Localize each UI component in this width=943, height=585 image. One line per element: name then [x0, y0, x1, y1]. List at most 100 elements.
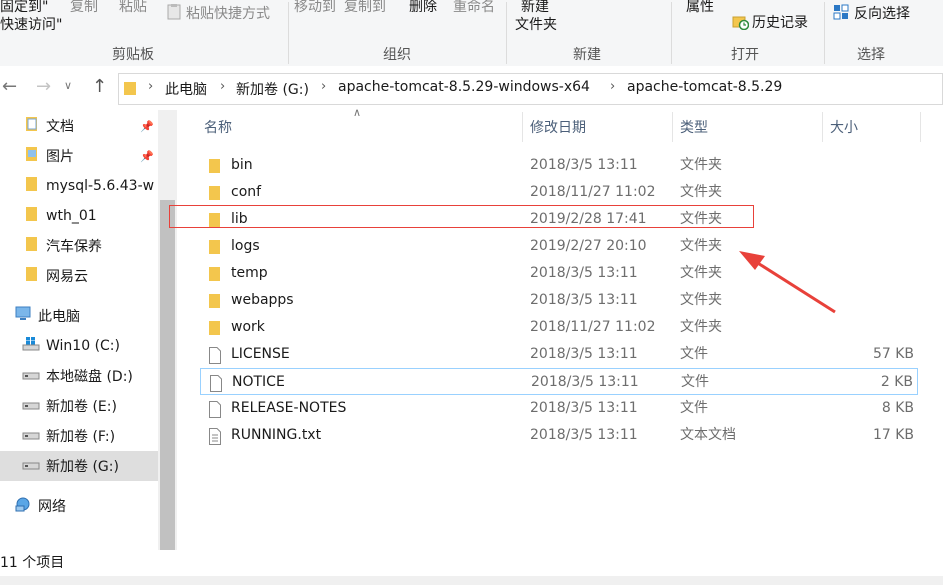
file-row[interactable]: RUNNING.txt 2018/3/5 13:11 文本文档 17 KB: [200, 422, 918, 449]
file-size: 57 KB: [872, 346, 914, 362]
pin-icon[interactable]: 📌: [140, 150, 154, 163]
nav-item-drive-f[interactable]: 新加卷 (F:): [0, 421, 158, 451]
nav-item-drive-g[interactable]: 新加卷 (G:): [0, 451, 158, 481]
file-type: 文件: [680, 400, 708, 416]
nav-item-folder[interactable]: mysql-5.6.43-w: [0, 171, 158, 201]
folder-icon: [24, 206, 40, 226]
nav-item-drive-d[interactable]: 本地磁盘 (D:): [0, 361, 158, 391]
column-header-type[interactable]: 类型: [680, 117, 708, 137]
paste-button[interactable]: 粘贴: [119, 0, 147, 16]
up-button[interactable]: ↑: [92, 76, 107, 97]
nav-item-pictures[interactable]: 图片 📌: [0, 141, 158, 171]
nav-item-label: 汽车保养: [46, 239, 102, 255]
copy-button[interactable]: 复制: [70, 0, 98, 16]
breadcrumb-chevron-icon[interactable]: ›: [220, 79, 225, 94]
sort-ascending-icon: ∧: [353, 106, 362, 119]
breadcrumb-item[interactable]: apache-tomcat-8.5.29: [627, 79, 782, 95]
file-date: 2018/3/5 13:11: [530, 346, 638, 362]
invert-selection-icon: [833, 4, 849, 24]
nav-item-folder[interactable]: wth_01: [0, 201, 158, 231]
file-row[interactable]: bin 2018/3/5 13:11 文件夹: [200, 152, 918, 179]
folder-icon: [208, 266, 222, 286]
column-divider[interactable]: [822, 112, 823, 142]
column-divider[interactable]: [672, 112, 673, 142]
drive-icon: [22, 366, 40, 386]
nav-item-label: 本地磁盘 (D:): [46, 369, 133, 385]
file-type: 文件夹: [680, 292, 722, 308]
folder-icon: [208, 320, 222, 340]
nav-item-drive-c[interactable]: Win10 (C:): [0, 331, 158, 361]
file-row-hovered[interactable]: NOTICE 2018/3/5 13:11 文件 2 KB: [200, 368, 918, 395]
recent-locations-chevron-icon[interactable]: ∨: [64, 79, 72, 92]
file-row[interactable]: conf 2018/11/27 11:02 文件夹: [200, 179, 918, 206]
file-type: 文件: [681, 374, 709, 390]
breadcrumb-chevron-icon[interactable]: ›: [610, 79, 615, 94]
network-icon: [14, 496, 32, 516]
new-group-label: 新建: [573, 47, 601, 63]
drive-icon: [22, 396, 40, 416]
file-name: LICENSE: [231, 346, 290, 362]
breadcrumb-item[interactable]: 此电脑: [165, 79, 207, 99]
file-icon: [208, 347, 222, 368]
nav-scrollbar-thumb[interactable]: [160, 200, 175, 550]
folder-icon: [208, 158, 222, 178]
breadcrumb-chevron-icon[interactable]: ›: [321, 79, 326, 94]
organize-group-label: 组织: [383, 47, 411, 63]
file-name: logs: [231, 238, 260, 254]
file-row[interactable]: RELEASE-NOTES 2018/3/5 13:11 文件 8 KB: [200, 395, 918, 422]
nav-item-folder[interactable]: 网易云: [0, 261, 158, 291]
item-count: 11 个项目: [0, 555, 65, 571]
paste-shortcut-button[interactable]: 粘贴快捷方式: [186, 3, 270, 23]
file-name: webapps: [231, 292, 294, 308]
file-size: 2 KB: [880, 374, 913, 390]
nav-item-this-pc[interactable]: 此电脑: [0, 301, 158, 331]
forward-button[interactable]: →: [36, 76, 51, 97]
column-header-date[interactable]: 修改日期: [530, 117, 586, 137]
group-divider: [671, 2, 672, 64]
nav-item-network[interactable]: 网络: [0, 491, 158, 521]
pin-quick-access-label: 快速访问": [0, 17, 63, 33]
open-group-label: 打开: [731, 47, 759, 63]
nav-item-label: 图片: [46, 149, 74, 165]
navigation-pane: 文档 📌 图片 📌 mysql-5.6.43-w wth_01 汽车保养 网易云…: [0, 110, 158, 550]
nav-item-drive-e[interactable]: 新加卷 (E:): [0, 391, 158, 421]
file-type: 文件夹: [680, 184, 722, 200]
nav-item-label: 此电脑: [38, 309, 80, 325]
properties-button[interactable]: 属性: [686, 0, 714, 16]
new-folder-label: 文件夹: [515, 17, 557, 33]
file-name: RELEASE-NOTES: [231, 400, 347, 416]
back-button[interactable]: ←: [2, 76, 17, 97]
nav-item-folder[interactable]: 汽车保养: [0, 231, 158, 261]
windows-drive-icon: [22, 336, 40, 356]
breadcrumb-item[interactable]: 新加卷 (G:): [236, 79, 309, 99]
file-row[interactable]: LICENSE 2018/3/5 13:11 文件 57 KB: [200, 341, 918, 368]
file-size: 17 KB: [872, 427, 914, 443]
file-row[interactable]: work 2018/11/27 11:02 文件夹: [200, 314, 918, 341]
folder-icon: [24, 176, 40, 196]
move-to-button[interactable]: 移动到: [294, 0, 336, 16]
column-divider[interactable]: [920, 112, 921, 142]
column-header-name[interactable]: 名称: [204, 117, 232, 137]
nav-item-documents[interactable]: 文档 📌: [0, 111, 158, 141]
rename-button[interactable]: 重命名: [453, 0, 495, 16]
file-type: 文件夹: [680, 157, 722, 173]
select-group-label: 选择: [857, 47, 885, 63]
group-divider: [288, 2, 289, 64]
file-type: 文件夹: [680, 238, 722, 254]
computer-icon: [14, 306, 32, 326]
delete-button[interactable]: 删除: [409, 0, 437, 16]
pin-icon[interactable]: 📌: [140, 120, 154, 133]
breadcrumb-chevron-icon[interactable]: ›: [148, 79, 153, 94]
group-divider: [824, 2, 825, 64]
file-type: 文件夹: [680, 265, 722, 281]
file-icon: [209, 375, 223, 396]
column-header-size[interactable]: 大小: [830, 117, 858, 137]
document-folder-icon: [24, 116, 40, 136]
file-size: 8 KB: [881, 400, 914, 416]
invert-selection-button[interactable]: 反向选择: [854, 3, 910, 23]
column-divider[interactable]: [522, 112, 523, 142]
copy-to-button[interactable]: 复制到: [344, 0, 386, 16]
breadcrumb-item[interactable]: apache-tomcat-8.5.29-windows-x64: [338, 79, 590, 95]
history-button[interactable]: 历史记录: [752, 12, 808, 32]
folder-icon: [208, 293, 222, 313]
